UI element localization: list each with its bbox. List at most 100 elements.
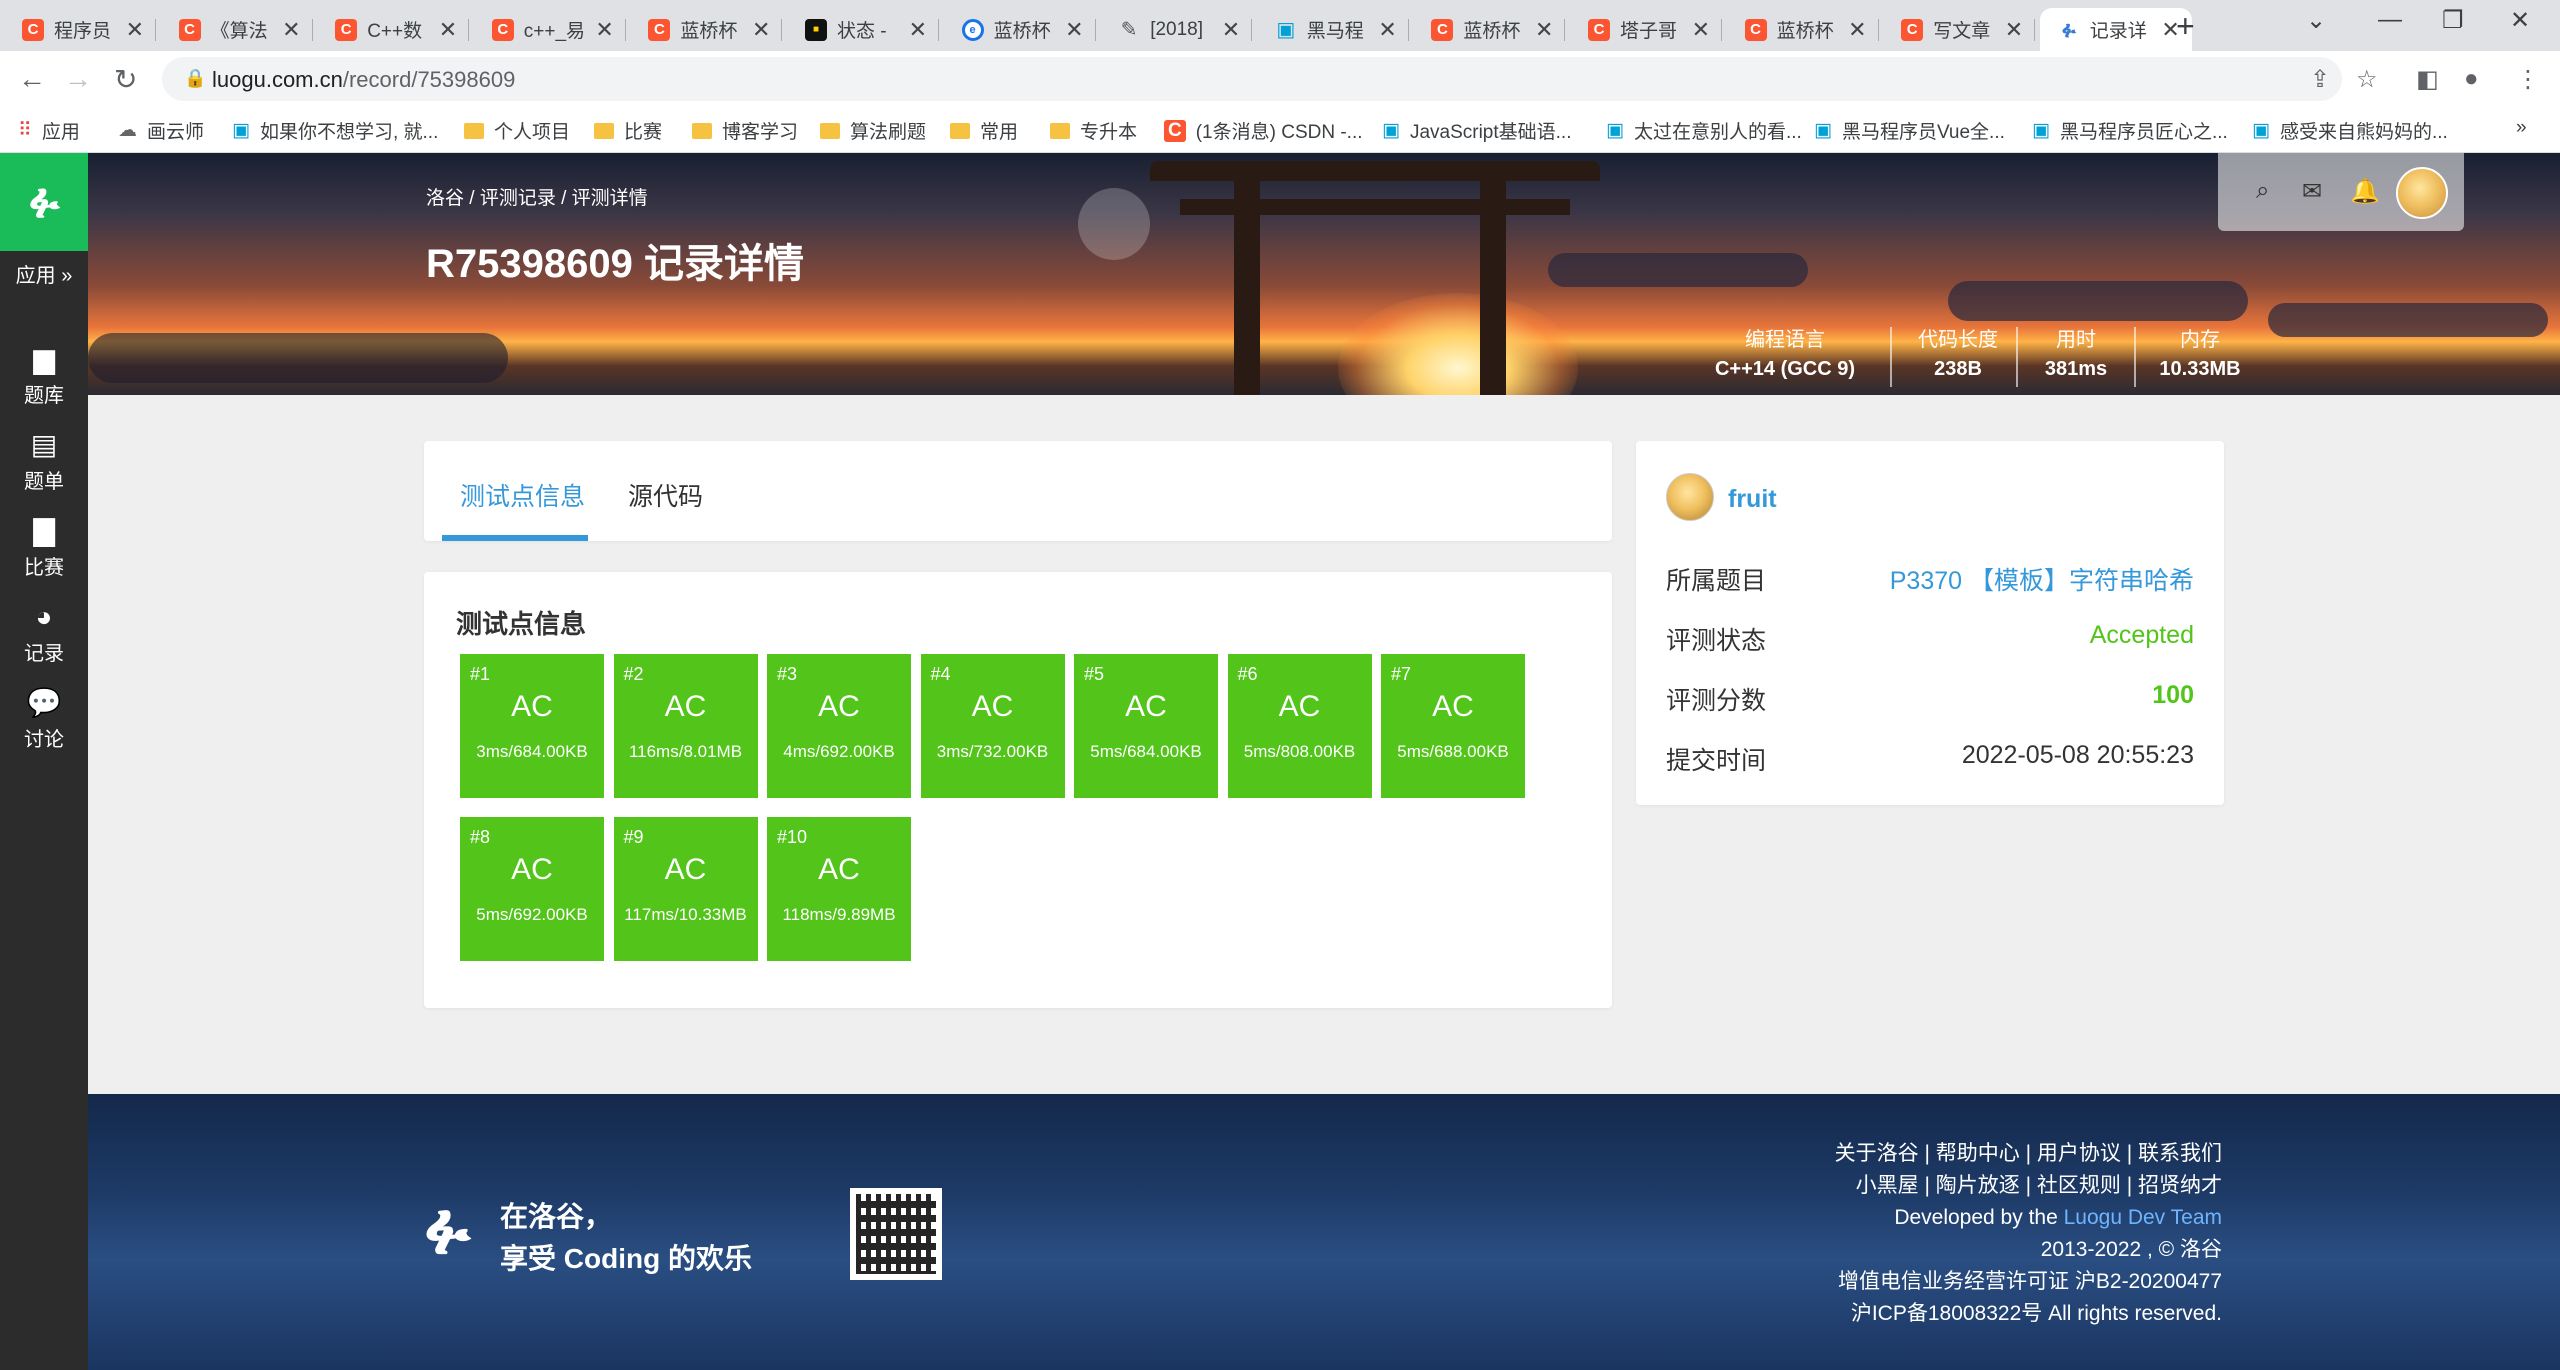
close-icon[interactable]: ✕ (1848, 17, 1866, 43)
footer-link[interactable]: 招贤纳才 (2138, 1174, 2222, 1197)
footer-link[interactable]: 小黑屋 (1856, 1174, 1919, 1197)
browser-tab[interactable]: ፉ 记录详 ✕ (2039, 8, 2192, 51)
bookmark-item[interactable]: 常用 (950, 117, 1018, 144)
bookmark-item[interactable]: 博客学习 (692, 117, 798, 144)
close-window-button[interactable]: ✕ (2510, 6, 2530, 35)
bookmark-item[interactable]: ▣ 黑马程序员Vue全... (1814, 117, 2005, 144)
close-icon[interactable]: ✕ (1535, 17, 1553, 43)
footer-link[interactable]: 联系我们 (2138, 1142, 2222, 1165)
bookmark-item[interactable]: 算法刷题 (820, 117, 926, 144)
browser-tab[interactable]: C 程序员 ✕ (4, 8, 156, 51)
mail-icon[interactable]: ✉ (2302, 177, 2322, 206)
browser-tab[interactable]: C 蓝桥杯 ✕ (1413, 8, 1566, 51)
close-icon[interactable]: ✕ (752, 17, 770, 43)
close-icon[interactable]: ✕ (1222, 17, 1240, 43)
close-icon[interactable]: ✕ (1692, 17, 1710, 43)
tab-source-code[interactable]: 源代码 (628, 477, 703, 513)
test-case[interactable]: #5 AC 5ms/684.00KB (1074, 654, 1218, 798)
avatar[interactable] (2396, 167, 2448, 219)
browser-tab[interactable]: ■ 状态 - ✕ (787, 8, 939, 51)
icp-link[interactable]: 沪ICP备18008322号 All rights reserved. (1835, 1298, 2222, 1330)
browser-tab[interactable]: C 蓝桥杯 ✕ (1727, 8, 1879, 51)
share-icon[interactable]: ⇪ (2310, 65, 2330, 94)
close-icon[interactable]: ✕ (2005, 17, 2023, 43)
bookmarks-overflow-button[interactable]: » (2516, 117, 2527, 139)
bookmark-item[interactable]: ▣ 感受来自熊妈妈的... (2252, 117, 2448, 144)
footer-link[interactable]: 社区规则 (2037, 1174, 2121, 1197)
browser-tab[interactable]: e 蓝桥杯 ✕ (944, 8, 1096, 51)
close-icon[interactable]: ✕ (1378, 17, 1396, 43)
sidebar-item[interactable]: ▤ 题单 (0, 429, 88, 494)
stat-memory: 内存 10.33MB (2159, 329, 2241, 380)
tab-test-cases[interactable]: 测试点信息 (460, 477, 585, 513)
bookmark-item[interactable]: 比赛 (594, 117, 662, 144)
app-menu-toggle[interactable]: 应用 » (0, 259, 88, 288)
bookmark-item[interactable]: ⠿ 应用 (18, 117, 80, 144)
test-case[interactable]: #9 AC 117ms/10.33MB (613, 817, 758, 961)
search-icon[interactable]: ⌕ (2256, 177, 2269, 205)
browser-tab[interactable]: ✎ [2018] ✕ (1100, 8, 1253, 51)
close-icon[interactable]: ✕ (126, 17, 144, 43)
footer-link[interactable]: 陶片放逐 (1936, 1174, 2020, 1197)
browser-tab[interactable]: C C++数 ✕ (317, 8, 470, 51)
slogan-line-1: 在洛谷， (500, 1201, 613, 1232)
test-case[interactable]: #6 AC 5ms/808.00KB (1227, 654, 1372, 798)
test-case[interactable]: #1 AC 3ms/684.00KB (460, 654, 604, 798)
username-link[interactable]: fruit (1728, 485, 1777, 514)
sidebar-item[interactable]: ◕ 记录 (0, 601, 88, 666)
license-link[interactable]: 增值电信业务经营许可证 沪B2-20200477 (1835, 1266, 2222, 1298)
dev-team-link[interactable]: Luogu Dev Team (2064, 1206, 2222, 1229)
bookmark-item[interactable]: ☁ 画云师 (118, 117, 204, 144)
close-icon[interactable]: ✕ (909, 17, 927, 43)
browser-tab[interactable]: C 蓝桥杯 ✕ (630, 8, 783, 51)
tab-search-icon[interactable]: ⌄ (2306, 6, 2326, 35)
test-case[interactable]: #8 AC 5ms/692.00KB (460, 817, 604, 961)
sidebar-item[interactable]: ▆ 题库 (0, 343, 88, 408)
bell-icon[interactable]: 🔔 (2350, 177, 2380, 206)
browser-tab[interactable]: C 《算法 ✕ (161, 8, 313, 51)
side-panel-icon[interactable]: ◧ (2416, 65, 2439, 94)
user-avatar[interactable] (1666, 473, 1714, 521)
bookmark-item[interactable]: ▣ JavaScript基础语... (1382, 117, 1572, 144)
footer-links-row: 关于洛谷 | 帮助中心 | 用户协议 | 联系我们 (1835, 1138, 2222, 1170)
restore-button[interactable]: ❐ (2442, 6, 2464, 35)
close-icon[interactable]: ✕ (282, 17, 300, 43)
browser-tab[interactable]: Cc++_易 ✕ (474, 8, 626, 51)
bookmark-item[interactable]: ▣ 如果你不想学习, 就... (232, 117, 438, 144)
footer-link[interactable]: 用户协议 (2037, 1142, 2121, 1165)
problem-link[interactable]: P3370 【模板】字符串哈希 (1890, 561, 2194, 597)
footer-link[interactable]: 关于洛谷 (1835, 1142, 1919, 1165)
test-case[interactable]: #2 AC 116ms/8.01MB (613, 654, 758, 798)
test-case[interactable]: #4 AC 3ms/732.00KB (920, 654, 1065, 798)
back-button[interactable]: ← (18, 63, 46, 95)
address-bar[interactable]: 🔒 luogu.com.cn/record/75398609 (162, 57, 2342, 101)
close-icon[interactable]: ✕ (595, 17, 613, 43)
bookmark-item[interactable]: 个人项目 (464, 117, 570, 144)
test-case[interactable]: #10 AC 118ms/9.89MB (767, 817, 911, 961)
footer-link[interactable]: 帮助中心 (1936, 1142, 2020, 1165)
test-case[interactable]: #7 AC 5ms/688.00KB (1381, 654, 1525, 798)
url-text[interactable]: luogu.com.cn/record/75398609 (212, 67, 515, 93)
bookmark-item[interactable]: ▣ 黑马程序员匠心之... (2032, 117, 2228, 144)
browser-tab[interactable]: ▣ 黑马程 ✕ (1257, 8, 1409, 51)
menu-icon[interactable]: ⋮ (2516, 65, 2540, 94)
breadcrumb[interactable]: 洛谷 / 评测记录 / 评测详情 (426, 183, 648, 210)
browser-tab[interactable]: C 塔子哥 ✕ (1570, 8, 1722, 51)
luogu-logo-icon[interactable]: ፉ (0, 153, 88, 251)
sidebar-item[interactable]: ▇ 比赛 (0, 515, 88, 580)
bookmark-item[interactable]: ▣ 太过在意别人的看... (1606, 117, 1802, 144)
bookmark-item[interactable]: C (1条消息) CSDN -... (1164, 117, 1363, 144)
test-case[interactable]: #3 AC 4ms/692.00KB (767, 654, 911, 798)
browser-tab[interactable]: C 写文章 ✕ (1883, 8, 2036, 51)
new-tab-button[interactable]: + (2176, 8, 2195, 45)
minimize-button[interactable]: — (2378, 6, 2402, 34)
bookmark-item[interactable]: 专升本 (1050, 117, 1137, 144)
close-icon[interactable]: ✕ (1065, 17, 1083, 43)
profile-icon[interactable]: ● (2464, 65, 2479, 93)
bookmark-star-icon[interactable]: ☆ (2356, 65, 2378, 94)
sidebar-item[interactable]: 💬 讨论 (0, 687, 88, 752)
reload-button[interactable]: ↻ (114, 63, 137, 96)
link-separator: | (2019, 1174, 2037, 1197)
forward-button[interactable]: → (64, 63, 92, 95)
close-icon[interactable]: ✕ (439, 17, 457, 43)
